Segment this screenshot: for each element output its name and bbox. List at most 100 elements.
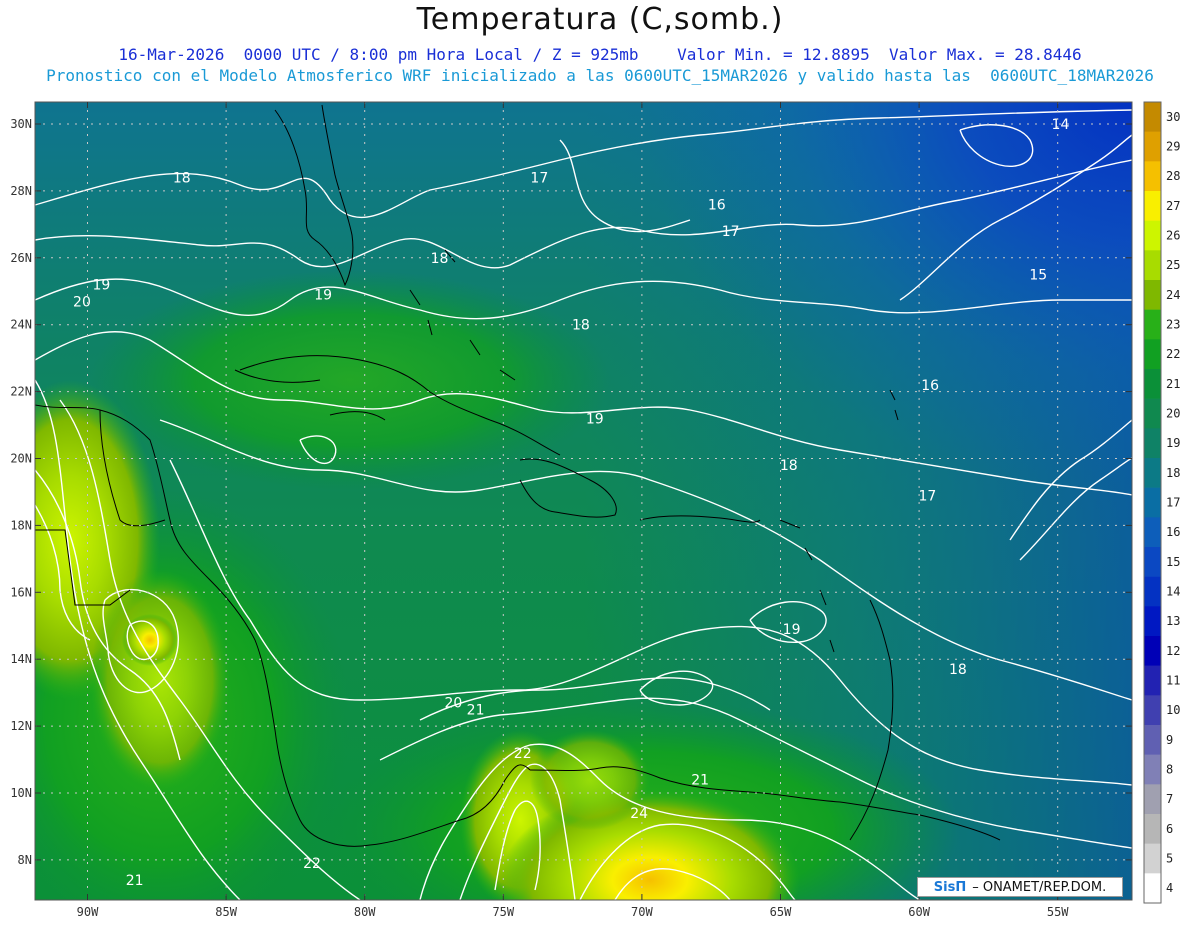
colorbar-swatch xyxy=(1144,576,1161,607)
colorbar-swatch xyxy=(1144,606,1161,637)
colorbar-swatch xyxy=(1144,754,1161,785)
colorbar-swatch xyxy=(1144,428,1161,459)
colorbar-label: 12 xyxy=(1166,644,1180,658)
contour-label: 21 xyxy=(467,702,485,718)
colorbar-swatch xyxy=(1144,725,1161,755)
contour-label: 17 xyxy=(722,224,740,240)
colorbar-swatch xyxy=(1144,784,1161,815)
colorbar-label: 24 xyxy=(1166,288,1180,302)
contour-label: 19 xyxy=(783,622,801,638)
contour-label: 18 xyxy=(949,662,967,678)
colorbar-label: 7 xyxy=(1166,792,1173,806)
colorbar-swatch xyxy=(1144,309,1161,340)
colorbar-swatch xyxy=(1144,487,1161,518)
lat-tick-label: 16N xyxy=(10,585,32,599)
colorbar-label: 8 xyxy=(1166,763,1173,777)
lat-tick-label: 10N xyxy=(10,786,32,800)
colorbar-swatch xyxy=(1144,102,1161,132)
contour-label: 19 xyxy=(586,411,604,427)
colorbar-label: 9 xyxy=(1166,733,1173,747)
contour-label: 17 xyxy=(530,171,548,187)
colorbar-label: 10 xyxy=(1166,703,1180,717)
lon-tick-label: 90W xyxy=(77,905,99,919)
lon-tick-label: 80W xyxy=(354,905,376,919)
colorbar-swatch xyxy=(1144,814,1161,844)
colorbar-label: 23 xyxy=(1166,318,1180,332)
contour-label: 19 xyxy=(314,288,332,304)
lat-tick-label: 12N xyxy=(10,719,32,733)
sispi-logo: SisΠ xyxy=(933,879,967,895)
colorbar-swatch xyxy=(1144,695,1161,726)
colorbar-swatch xyxy=(1144,250,1161,281)
colorbar-swatch xyxy=(1144,517,1161,548)
colorbar-label: 17 xyxy=(1166,496,1180,510)
lat-tick-label: 24N xyxy=(10,318,32,332)
colorbar-label: 30 xyxy=(1166,110,1180,124)
contour-label: 18 xyxy=(173,171,191,187)
lat-tick-label: 26N xyxy=(10,251,32,265)
colorbar-swatch xyxy=(1144,398,1161,429)
colorbar-label: 25 xyxy=(1166,258,1180,272)
contour-label: 18 xyxy=(780,458,798,474)
colorbar-swatch xyxy=(1144,161,1161,192)
lat-tick-label: 14N xyxy=(10,652,32,666)
lat-tick-label: 22N xyxy=(10,385,32,399)
contour-label: 15 xyxy=(1029,268,1047,284)
lon-tick-label: 75W xyxy=(492,905,514,919)
contour-label: 18 xyxy=(572,318,590,334)
colorbar-swatch xyxy=(1144,547,1161,577)
lat-tick-label: 18N xyxy=(10,518,32,532)
colorbar-label: 14 xyxy=(1166,585,1180,599)
colorbar-label: 22 xyxy=(1166,347,1180,361)
colorbar-swatch xyxy=(1144,458,1161,488)
lat-tick-label: 8N xyxy=(18,853,32,867)
colorbar-label: 21 xyxy=(1166,377,1180,391)
contour-label: 22 xyxy=(303,856,321,872)
contour-label: 20 xyxy=(73,294,91,310)
colorbar-label: 13 xyxy=(1166,614,1180,628)
lat-tick-label: 28N xyxy=(10,184,32,198)
colorbar-label: 18 xyxy=(1166,466,1180,480)
colorbar-label: 6 xyxy=(1166,822,1173,836)
contour-label: 24 xyxy=(630,806,648,822)
colorbar-label: 20 xyxy=(1166,407,1180,421)
colorbar-label: 5 xyxy=(1166,852,1173,866)
lon-tick-label: 65W xyxy=(770,905,792,919)
contour-label: 16 xyxy=(708,197,726,213)
colorbar-label: 27 xyxy=(1166,199,1180,213)
lon-tick-label: 70W xyxy=(631,905,653,919)
colorbar-swatch xyxy=(1144,843,1161,874)
colorbar-label: 11 xyxy=(1166,674,1180,688)
credit-text: – ONAMET/REP.DOM. xyxy=(972,879,1107,895)
colorbar-swatch xyxy=(1144,191,1161,221)
contour-label: 22 xyxy=(514,746,532,762)
contour-label: 21 xyxy=(691,773,709,789)
colorbar-label: 16 xyxy=(1166,525,1180,539)
contour-label: 19 xyxy=(92,278,110,294)
temperature-colorbar: 30 29 28 27 26 25 24 23 22 21 20 19 18 17 16 15 14 13 12 11… xyxy=(1143,101,1180,904)
temperature-map: 141516161717171818181818191919192020 2121… xyxy=(10,101,1180,919)
colorbar-swatch xyxy=(1144,280,1161,310)
contour-label: 17 xyxy=(919,488,937,504)
lon-tick-label: 55W xyxy=(1047,905,1069,919)
colorbar-swatch xyxy=(1144,220,1161,251)
contour-label: 20 xyxy=(444,696,462,712)
contour-label: 14 xyxy=(1052,117,1070,133)
colorbar-label: 26 xyxy=(1166,229,1180,243)
colorbar-label: 4 xyxy=(1166,881,1173,895)
lon-tick-label: 60W xyxy=(908,905,930,919)
colorbar-swatch xyxy=(1144,665,1161,696)
colorbar-label: 28 xyxy=(1166,169,1180,183)
colorbar-swatch xyxy=(1144,339,1161,370)
contour-label: 16 xyxy=(921,378,939,394)
colorbar-swatch xyxy=(1144,873,1161,904)
colorbar-swatch xyxy=(1144,636,1161,666)
lat-tick-label: 20N xyxy=(10,452,32,466)
colorbar-label: 19 xyxy=(1166,436,1180,450)
colorbar-swatch xyxy=(1144,131,1161,162)
contour-label: 21 xyxy=(126,873,144,889)
colorbar-label: 15 xyxy=(1166,555,1180,569)
contour-label: 18 xyxy=(431,251,449,267)
credit-box: SisΠ – ONAMET/REP.DOM. xyxy=(917,877,1123,897)
colorbar-swatch xyxy=(1144,369,1161,399)
